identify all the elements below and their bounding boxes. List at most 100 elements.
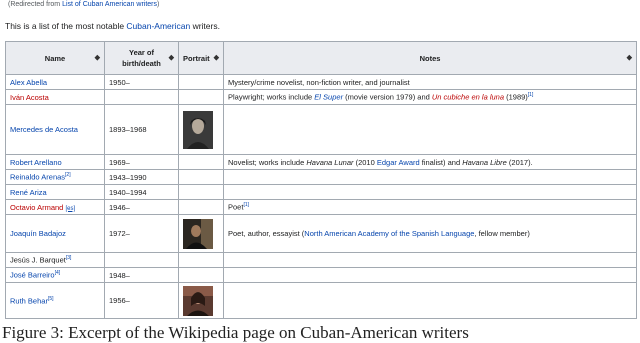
reference-link[interactable]: [5] <box>48 296 54 302</box>
notes-cell: Playwright; works include El Super (movi… <box>223 89 637 105</box>
table-row: Mercedes de Acosta 1893–1968 <box>5 104 637 155</box>
notes-text: Playwright; works include <box>228 92 315 102</box>
year-cell <box>104 252 179 268</box>
header-year-label: Year of birth/death <box>122 48 161 68</box>
notes-cell: Mystery/crime novelist, non-fiction writ… <box>223 74 637 90</box>
table-row: Robert Arellano 1969– Novelist; works in… <box>5 154 637 170</box>
notes-text: Poet, author, essayist ( <box>228 229 305 238</box>
notes-cell <box>223 252 637 268</box>
un-cubiche-link[interactable]: Un cubiche en la luna <box>432 93 504 102</box>
notes-text: (movie version 1979) and <box>343 92 432 102</box>
table-row: Ruth Behar[5] 1956– <box>5 282 637 319</box>
redirect-link[interactable]: List of Cuban American writers <box>62 1 157 8</box>
portrait-cell <box>178 104 224 155</box>
sort-icon[interactable]: ◆ <box>169 53 174 64</box>
notes-text: finalist) and <box>419 157 463 167</box>
header-notes[interactable]: Notes ◆ <box>223 41 637 75</box>
portrait-cell <box>178 267 224 283</box>
table-row: Reinaldo Arenas[2] 1943–1990 <box>5 169 637 185</box>
portrait-cell <box>178 214 224 253</box>
year-cell: 1943–1990 <box>104 169 179 185</box>
portrait-cell <box>178 89 224 105</box>
header-year[interactable]: Year of birth/death ◆ <box>104 41 179 75</box>
table-row: Octavio Armand [es] 1946– Poet[1] <box>5 199 637 215</box>
reference-link[interactable]: [1] <box>528 92 534 98</box>
notes-title: Havana Libre <box>462 157 507 167</box>
figure-caption: Figure 3: Excerpt of the Wikipedia page … <box>2 323 469 342</box>
writer-link[interactable]: Iván Acosta <box>10 93 49 102</box>
reference-link[interactable]: [3] <box>66 255 72 261</box>
portrait-cell <box>178 154 224 170</box>
reference-link[interactable]: [1] <box>243 202 249 208</box>
table-row: Alex Abella 1950– Mystery/crime novelist… <box>5 74 637 90</box>
table-row: Joaquín Badajoz 1972– Poet, author, essa… <box>5 214 637 253</box>
writers-table: Name ◆ Year of birth/death ◆ Portrait ◆ Not… <box>5 41 637 319</box>
reference-link[interactable]: [4] <box>55 270 61 276</box>
notes-cell <box>223 169 637 185</box>
writer-link[interactable]: René Ariza <box>10 188 47 197</box>
header-name[interactable]: Name ◆ <box>5 41 105 75</box>
writer-link[interactable]: Robert Arellano <box>10 158 62 167</box>
interlanguage-link[interactable]: [es] <box>65 206 75 212</box>
header-portrait[interactable]: Portrait ◆ <box>178 41 224 75</box>
writer-link[interactable]: Octavio Armand <box>10 203 63 212</box>
intro-suffix: writers. <box>190 21 220 31</box>
year-cell <box>104 89 179 105</box>
el-super-link[interactable]: El Super <box>314 93 343 102</box>
notes-text: Novelist; works include <box>228 157 307 167</box>
intro-text: This is a list of the most notable <box>5 21 127 31</box>
year-cell: 1972– <box>104 214 179 253</box>
notes-title: Havana Lunar <box>306 157 354 167</box>
portrait-image[interactable] <box>183 285 213 316</box>
portrait-image[interactable] <box>183 110 213 149</box>
notes-cell <box>223 104 637 155</box>
sort-icon[interactable]: ◆ <box>214 53 219 64</box>
notes-cell: Novelist; works include Havana Lunar (20… <box>223 154 637 170</box>
redirect-prefix: (Redirected from <box>8 1 63 8</box>
portrait-cell <box>178 199 224 215</box>
writer-link[interactable]: José Barreiro <box>10 271 55 280</box>
writer-link[interactable]: Alex Abella <box>10 78 47 87</box>
year-cell: 1946– <box>104 199 179 215</box>
reference-link[interactable]: [2] <box>65 172 71 178</box>
writer-link[interactable]: Joaquín Badajoz <box>10 229 66 238</box>
notes-text: , fellow member) <box>474 229 530 238</box>
notes-cell <box>223 267 637 283</box>
notes-text: (2010 <box>353 157 377 167</box>
header-notes-label: Notes <box>419 53 441 63</box>
year-cell: 1948– <box>104 267 179 283</box>
notes-text: (1989) <box>504 92 528 102</box>
notes-cell <box>223 184 637 200</box>
writer-name: Jesús J. Barquet <box>10 255 66 265</box>
sort-icon[interactable]: ◆ <box>95 53 100 64</box>
sort-icon[interactable]: ◆ <box>627 53 632 64</box>
year-cell: 1956– <box>104 282 179 319</box>
edgar-award-link[interactable]: Edgar Award <box>377 158 420 167</box>
writer-link[interactable]: Ruth Behar <box>10 296 48 305</box>
table-row: René Ariza 1940–1994 <box>5 184 637 200</box>
table-row: Jesús J. Barquet[3] <box>5 252 637 268</box>
portrait-cell <box>178 74 224 90</box>
year-cell: 1893–1968 <box>104 104 179 155</box>
writer-link[interactable]: Mercedes de Acosta <box>10 125 78 134</box>
notes-cell: Poet, author, essayist (North American A… <box>223 214 637 253</box>
portrait-cell <box>178 282 224 319</box>
header-name-label: Name <box>44 53 66 63</box>
cuban-american-link[interactable]: Cuban-American <box>126 21 190 31</box>
year-cell: 1940–1994 <box>104 184 179 200</box>
table-row: Iván Acosta Playwright; works include El… <box>5 89 637 105</box>
writer-link[interactable]: Reinaldo Arenas <box>10 173 65 182</box>
academy-link[interactable]: North American Academy of the Spanish La… <box>304 229 474 238</box>
year-cell: 1950– <box>104 74 179 90</box>
notes-cell <box>223 282 637 319</box>
table-header-row: Name ◆ Year of birth/death ◆ Portrait ◆ Not… <box>5 41 637 75</box>
table-row: José Barreiro[4] 1948– <box>5 267 637 283</box>
portrait-image[interactable] <box>183 218 213 249</box>
notes-text: (2017). <box>506 157 533 167</box>
year-cell: 1969– <box>104 154 179 170</box>
intro-paragraph: This is a list of the most notable Cuban… <box>5 21 220 31</box>
redirect-suffix: ) <box>157 1 160 8</box>
portrait-cell <box>178 184 224 200</box>
portrait-cell <box>178 252 224 268</box>
header-portrait-label: Portrait <box>183 53 210 63</box>
